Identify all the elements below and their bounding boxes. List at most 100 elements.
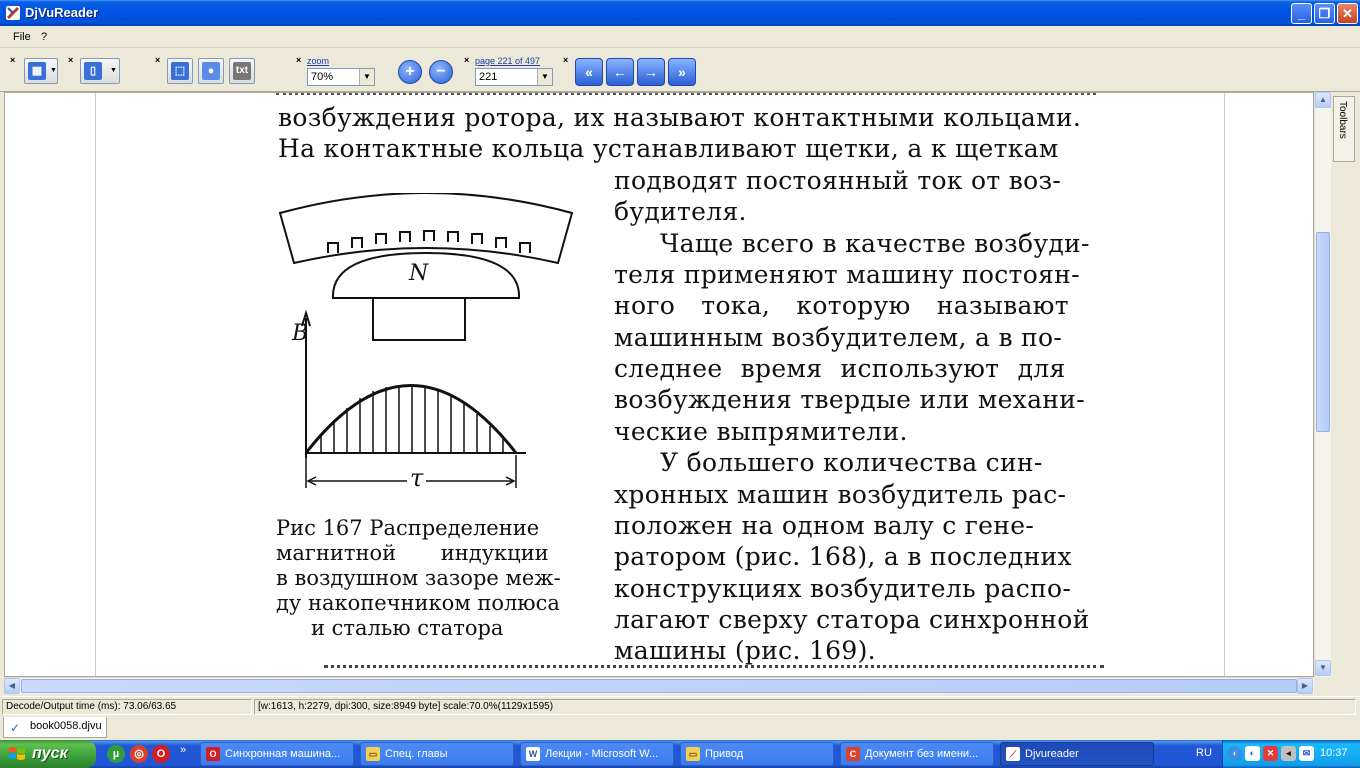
cut-off-line-fragment xyxy=(324,665,1104,676)
opera-quicklaunch-icon[interactable]: ◎ xyxy=(130,745,148,763)
menu-file[interactable]: File xyxy=(13,31,31,43)
taskbar-item-label: Синхронная машина... xyxy=(225,748,341,760)
select-rectangle-icon: ⬚ xyxy=(171,62,189,80)
toolbar-group-close-icon[interactable]: × xyxy=(10,55,15,65)
system-tray: ‹ ◐ ✕ ◂ ✉ 10:37 xyxy=(1222,740,1360,768)
tray-back-arrow-icon[interactable]: ‹ xyxy=(1227,746,1242,761)
document-tab[interactable]: ✓ book0058.djvu xyxy=(3,717,107,738)
toolbar-group-close-icon[interactable]: × xyxy=(155,55,160,65)
previous-page-button[interactable]: ← xyxy=(606,58,634,86)
text-line: возбуждения ротора, их называют контактн… xyxy=(278,103,1082,132)
figure-axis-label: B xyxy=(292,321,309,346)
first-page-button[interactable]: « xyxy=(575,58,603,86)
text-line: машины (рис. 169). xyxy=(614,636,876,665)
text-line: На контактные кольца устанавливают щетки… xyxy=(278,134,1059,163)
scroll-up-arrow-icon[interactable]: ▲ xyxy=(1315,92,1331,108)
taskbar-item[interactable]: ▭ Привод xyxy=(680,742,834,766)
chevron-down-icon: ▼ xyxy=(359,69,374,85)
toolbar-group-close-icon[interactable]: × xyxy=(563,55,568,65)
toolbars-side-tab[interactable]: Toolbars xyxy=(1333,96,1355,162)
taskbar-item-label: Лекции - Microsoft W... xyxy=(545,748,659,760)
start-button[interactable]: пуск xyxy=(0,740,96,768)
text-line: ратором (рис. 168), а в последних xyxy=(614,542,1072,571)
zoom-select[interactable]: 70% ▼ xyxy=(307,68,375,86)
page-select[interactable]: 221 ▼ xyxy=(475,68,553,86)
text-line: лагают сверху статора синхронной xyxy=(614,605,1090,634)
horizontal-scrollbar[interactable]: ◀ ▶ xyxy=(4,677,1314,694)
text-line: ного тока, которую называют xyxy=(614,291,1069,320)
menu-help[interactable]: ? xyxy=(41,31,47,43)
right-arrow-icon: → xyxy=(644,64,658,80)
vertical-scroll-thumb[interactable] xyxy=(1316,232,1330,432)
scroll-left-arrow-icon[interactable]: ◀ xyxy=(4,678,20,694)
figure-caption-line: и сталью статора xyxy=(311,616,504,640)
status-bar: Decode/Output time (ms): 73.06/63.65 [w:… xyxy=(0,696,1360,716)
text-line: теля применяют машину постоян- xyxy=(614,260,1080,289)
figure-caption-line: Рис 167 Распределение xyxy=(276,516,540,540)
page-counter-label: page 221 of 497 xyxy=(475,56,541,66)
scroll-down-arrow-icon[interactable]: ▼ xyxy=(1315,660,1331,676)
zoom-in-button[interactable]: + xyxy=(398,60,422,84)
toolbars-tab-label: Toolbars xyxy=(1337,101,1348,139)
text-line: Чаще всего в качестве возбуди- xyxy=(660,229,1090,258)
chevron-down-icon: ▼ xyxy=(537,69,552,85)
maximize-button[interactable]: ❐ xyxy=(1314,3,1335,24)
toolbar-group-close-icon[interactable]: × xyxy=(68,55,73,65)
taskbar-item-active[interactable]: ⟋ Djvureader xyxy=(1000,742,1154,766)
horizontal-scroll-thumb[interactable] xyxy=(21,679,1297,693)
toolbar-group-close-icon[interactable]: × xyxy=(464,55,469,65)
document-tab-label: book0058.djvu xyxy=(30,720,102,732)
figure-pole-label: N xyxy=(409,261,429,286)
next-page-button[interactable]: → xyxy=(637,58,665,86)
speaker-icon[interactable]: ◂ xyxy=(1281,746,1296,761)
opera-browser-quicklaunch-icon[interactable]: O xyxy=(152,745,170,763)
document-tab-bar: ✓ book0058.djvu xyxy=(0,716,1360,740)
start-label: пуск xyxy=(32,745,68,762)
text-view-button[interactable]: txt xyxy=(229,58,255,84)
minus-icon: − xyxy=(436,63,446,80)
text-line: машинным возбудителем, а в по- xyxy=(614,323,1063,352)
layout-mode-button[interactable]: ▦ ▼ xyxy=(24,58,58,84)
cut-off-line-fragment xyxy=(276,93,1096,95)
close-button[interactable]: ✕ xyxy=(1337,3,1358,24)
select-region-button[interactable]: ⬚ xyxy=(167,58,193,84)
minimize-button[interactable]: _ xyxy=(1291,3,1312,24)
text-line: ческие выпрямители. xyxy=(614,417,908,446)
zoom-out-button[interactable]: − xyxy=(429,60,453,84)
document-viewport[interactable]: возбуждения ротора, их называют контактн… xyxy=(4,92,1314,677)
clock: 10:37 xyxy=(1320,747,1348,759)
text-line: конструкциях возбудитель распо- xyxy=(614,574,1072,603)
taskbar-item[interactable]: ▭ Спец. главы xyxy=(360,742,514,766)
menu-bar: File ? xyxy=(0,26,1360,48)
checkmark-icon: ✓ xyxy=(10,721,21,735)
double-right-arrow-icon: » xyxy=(678,64,686,80)
taskbar-item[interactable]: W Лекции - Microsoft W... xyxy=(520,742,674,766)
djvu-app-icon xyxy=(6,6,20,20)
last-page-button[interactable]: » xyxy=(668,58,696,86)
mail-icon[interactable]: ✉ xyxy=(1299,746,1314,761)
network-icon[interactable]: ◐ xyxy=(1245,746,1260,761)
taskbar-item-label: Документ без имени... xyxy=(865,748,979,760)
windows-logo-icon xyxy=(9,747,25,760)
taskbar-item[interactable]: O Синхронная машина... xyxy=(200,742,354,766)
taskbar-item-label: Djvureader xyxy=(1025,748,1079,760)
input-language-indicator[interactable]: RU xyxy=(1196,747,1212,759)
dropdown-arrow-icon: ▼ xyxy=(110,67,117,74)
decode-time-status: Decode/Output time (ms): 73.06/63.65 xyxy=(2,699,252,715)
text-line: У большего количества син- xyxy=(660,448,1043,477)
page-view-button[interactable]: ▯ ▼ xyxy=(80,58,120,84)
quicklaunch-expand-icon[interactable]: » xyxy=(180,744,186,756)
side-panel xyxy=(1331,92,1360,694)
toolbar: × ▦ ▼ × ▯ ▼ × ⬚ ● txt × zoom 70% ▼ + − ×… xyxy=(0,48,1360,92)
figure-caption-line: в воздушном зазоре меж- xyxy=(276,566,561,590)
utorrent-quicklaunch-icon[interactable]: µ xyxy=(107,745,125,763)
toolbar-group-close-icon[interactable]: × xyxy=(296,55,301,65)
vertical-scrollbar[interactable]: ▲ ▼ xyxy=(1314,92,1331,677)
image-view-button[interactable]: ● xyxy=(198,58,224,84)
djvu-page: возбуждения ротора, их называют контактн… xyxy=(95,93,1225,676)
page-icon: ▯ xyxy=(84,62,102,80)
scroll-right-arrow-icon[interactable]: ▶ xyxy=(1297,678,1313,694)
security-alert-icon[interactable]: ✕ xyxy=(1263,746,1278,761)
txt-icon: txt xyxy=(233,62,251,80)
taskbar-item[interactable]: C Документ без имени... xyxy=(840,742,994,766)
